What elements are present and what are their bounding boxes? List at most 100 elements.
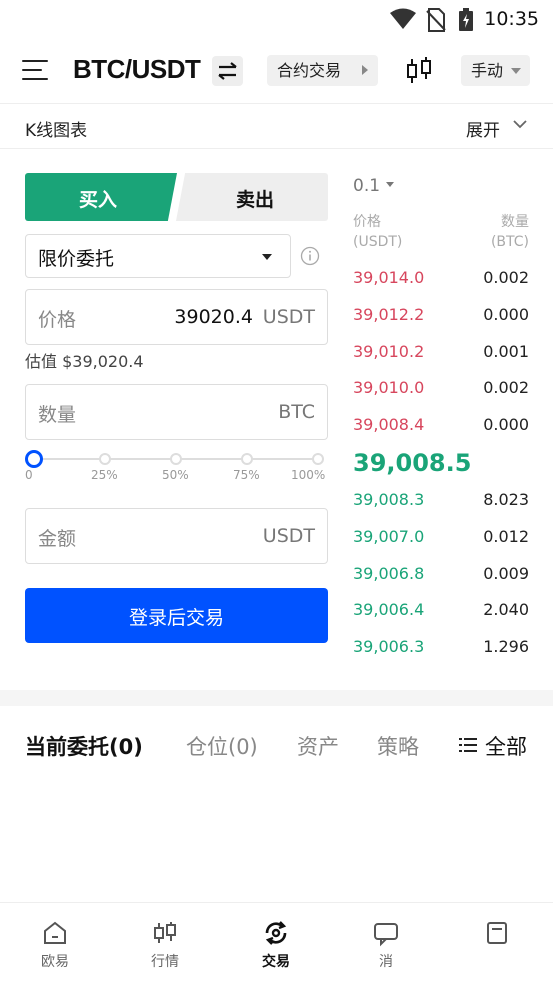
nav-messages[interactable]: 消 [331, 903, 441, 983]
slider-stop[interactable] [170, 453, 182, 465]
buy-tab[interactable]: 买入 [25, 173, 177, 221]
info-icon[interactable] [300, 246, 320, 266]
expand-label[interactable]: 展开 [466, 116, 500, 141]
ask-qty: 0.002 [483, 378, 529, 397]
ask-row[interactable]: 39,010.2 0.001 [353, 342, 529, 366]
nav-trade-label: 交易 [262, 954, 290, 970]
swap-icon[interactable] [212, 56, 243, 86]
depth-selector[interactable]: 0.1 [353, 176, 380, 196]
slider-stop[interactable] [241, 453, 253, 465]
slider-stop[interactable] [99, 453, 111, 465]
price-header-label: 价格 [353, 214, 381, 230]
caret-down-icon [511, 68, 521, 74]
bid-qty: 1.296 [483, 637, 529, 656]
assets-icon [487, 922, 507, 944]
login-button-label: 登录后交易 [128, 607, 224, 629]
tab-positions[interactable]: 仓位(0) [186, 731, 258, 761]
ask-qty: 0.001 [483, 342, 529, 361]
app-header: BTC/USDT 合约交易 手动 [0, 40, 553, 104]
nav-market-label: 行情 [151, 954, 179, 970]
kline-bar[interactable]: K线图表 展开 [0, 105, 553, 149]
qty-column-header: 数量 (BTC) [491, 212, 529, 252]
bid-price: 39,006.4 [353, 600, 425, 619]
slider-label: 25% [91, 468, 118, 482]
estimate-value: 估值 $39,020.4 [25, 352, 144, 371]
tab-assets[interactable]: 资产 [297, 731, 339, 761]
nav-trade[interactable]: 交易 [221, 903, 331, 983]
home-icon [44, 921, 66, 944]
slider-stop[interactable] [312, 453, 324, 465]
ask-price: 39,010.0 [353, 378, 425, 397]
nav-market[interactable]: 行情 [110, 903, 220, 983]
bid-qty: 0.012 [483, 527, 529, 546]
kline-label: K线图表 [25, 121, 88, 141]
contract-trade-button[interactable]: 合约交易 [267, 55, 378, 86]
caret-down-icon [262, 254, 272, 260]
market-icon [154, 922, 176, 943]
bid-price: 39,008.3 [353, 490, 425, 509]
no-sim-icon [426, 8, 446, 32]
ask-price: 39,008.4 [353, 415, 425, 434]
price-unit: USDT [262, 306, 315, 328]
mode-selector[interactable]: 手动 [461, 55, 530, 86]
price-field[interactable]: 价格 39020.4 USDT [25, 289, 328, 345]
login-to-trade-button[interactable]: 登录后交易 [25, 588, 328, 643]
chevron-down-icon[interactable] [513, 119, 527, 129]
ask-row[interactable]: 39,008.4 0.000 [353, 415, 529, 439]
ask-price: 39,012.2 [353, 305, 425, 324]
nav-messages-label: 消 [379, 954, 393, 970]
last-price: 39,008.5 [353, 449, 472, 477]
total-placeholder: 金额 [38, 528, 77, 550]
bid-qty: 2.040 [483, 600, 529, 619]
price-placeholder: 价格 [38, 309, 77, 331]
ask-price: 39,010.2 [353, 342, 425, 361]
message-icon [374, 923, 398, 947]
bid-row[interactable]: 39,007.0 0.012 [353, 527, 529, 551]
tab-strategies[interactable]: 策略 [377, 731, 419, 761]
price-column-header: 价格 (USDT) [353, 212, 402, 252]
status-bar: 10:35 [0, 0, 553, 40]
bid-row[interactable]: 39,006.4 2.040 [353, 600, 529, 624]
slider-handle[interactable] [25, 450, 43, 468]
amount-field[interactable]: 数量 BTC [25, 384, 328, 440]
bid-row[interactable]: 39,006.8 0.009 [353, 564, 529, 588]
buy-tab-label: 买入 [78, 189, 117, 211]
ask-row[interactable]: 39,014.0 0.002 [353, 268, 529, 292]
bid-row[interactable]: 39,008.3 8.023 [353, 490, 529, 514]
sell-tab-label: 卖出 [235, 189, 274, 211]
contract-trade-label: 合约交易 [277, 61, 342, 80]
ask-row[interactable]: 39,012.2 0.000 [353, 305, 529, 329]
clock: 10:35 [484, 8, 539, 30]
ask-price: 39,014.0 [353, 268, 425, 287]
amount-unit: BTC [278, 401, 315, 423]
menu-icon[interactable] [22, 60, 48, 82]
ask-qty: 0.002 [483, 268, 529, 287]
pair-title[interactable]: BTC/USDT [73, 54, 201, 85]
price-value: 39020.4 [174, 306, 253, 328]
bid-price: 39,006.8 [353, 564, 425, 583]
bid-row[interactable]: 39,006.3 1.296 [353, 637, 529, 661]
slider-label: 100% [291, 468, 326, 482]
nav-home-label: 欧易 [41, 954, 69, 970]
mode-label: 手动 [471, 61, 504, 80]
caret-down-icon[interactable] [386, 182, 394, 187]
list-icon[interactable] [459, 737, 477, 753]
order-type-value: 限价委托 [38, 248, 115, 270]
sell-tab[interactable]: 卖出 [176, 173, 328, 221]
bid-qty: 8.023 [483, 490, 529, 509]
nav-assets[interactable] [442, 903, 552, 983]
qty-header-label: 数量 [501, 214, 529, 230]
tab-all[interactable]: 全部 [485, 731, 527, 761]
qty-header-unit: (BTC) [490, 234, 529, 250]
caret-right-icon [362, 65, 368, 75]
bid-price: 39,007.0 [353, 527, 425, 546]
total-unit: USDT [262, 525, 315, 547]
order-type-select[interactable]: 限价委托 [25, 234, 291, 278]
total-field[interactable]: 金额 USDT [25, 508, 328, 564]
candlestick-icon[interactable] [404, 57, 434, 85]
bid-price: 39,006.3 [353, 637, 425, 656]
ask-row[interactable]: 39,010.0 0.002 [353, 378, 529, 402]
bottom-nav: 欧易 行情 交易 消 [0, 902, 553, 983]
nav-home[interactable]: 欧易 [0, 903, 110, 983]
tab-open-orders[interactable]: 当前委托(0) [25, 731, 143, 761]
